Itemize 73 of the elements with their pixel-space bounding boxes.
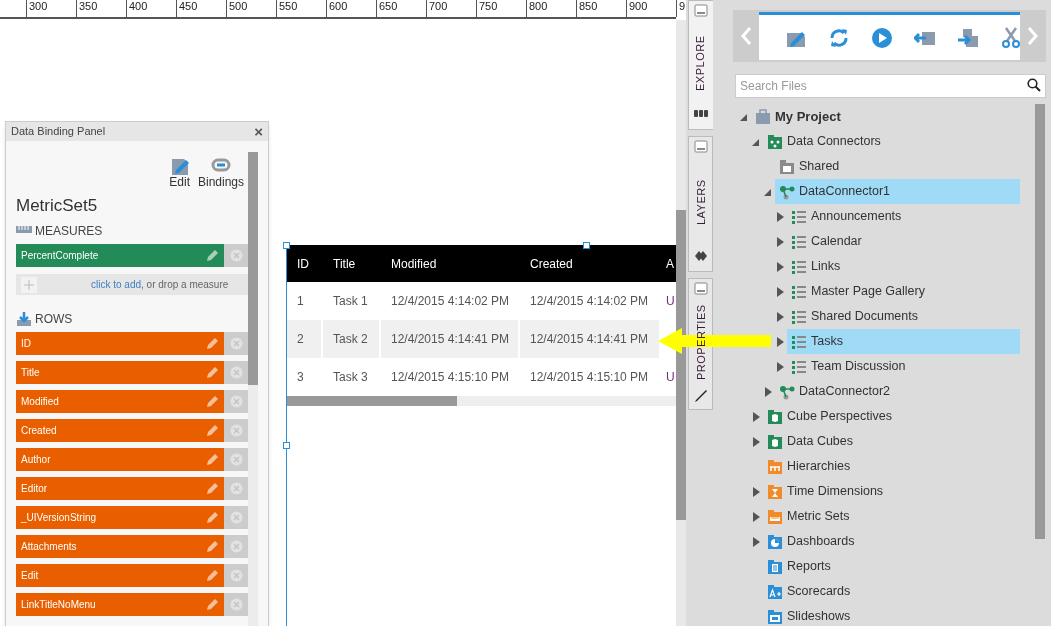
side-tab[interactable]: LAYERS [688, 136, 713, 272]
tree-item[interactable]: Dashboards [763, 529, 1020, 554]
close-button[interactable]: × [254, 124, 263, 139]
bindings-button[interactable]: Bindings [197, 155, 244, 189]
tree-item[interactable]: Links [787, 254, 1020, 279]
ruler-label: 350 [79, 0, 98, 12]
ruler-label: 500 [229, 0, 248, 12]
tree-item[interactable]: Metric Sets [763, 504, 1020, 529]
field-chip[interactable]: PercentComplete [16, 244, 224, 267]
ruler-label: 550 [279, 0, 298, 12]
tree-item[interactable]: Announcements [787, 204, 1020, 229]
tree-item[interactable]: Team Discussion [787, 354, 1020, 379]
side-tab[interactable]: PROPERTIES [688, 278, 713, 410]
table-cell: Task 2 [323, 320, 381, 358]
field-label: Author [21, 453, 51, 467]
field-label: Modified [21, 395, 59, 409]
drop-zone[interactable]: click to add, or drop a measure [16, 274, 248, 295]
tree-item[interactable]: Shared [775, 154, 1020, 179]
table-cell: 12/4/2015 4:14:41 PM [381, 320, 520, 358]
tree-item[interactable]: Data Cubes [763, 429, 1020, 454]
tree-item[interactable]: Tasks [787, 329, 1020, 354]
tree-item[interactable]: Shared Documents [787, 304, 1020, 329]
ruler-label: 850 [579, 0, 598, 12]
tree-item[interactable]: My Project [751, 104, 1020, 129]
field-label: Attachments [21, 540, 77, 554]
ruler-label: 9 [679, 0, 686, 12]
ruler-label: 600 [329, 0, 348, 12]
ruler-label: 750 [479, 0, 498, 12]
field-label: Title [21, 366, 40, 380]
metric-set-name: MetricSet5 [16, 195, 99, 217]
tree-item[interactable]: Data Connectors [763, 129, 1020, 154]
table-cell: 2 [287, 320, 323, 358]
table-cell: 12/4/2015 4:14:41 PM [520, 320, 661, 358]
field-label: ID [21, 337, 31, 351]
tree-item[interactable]: Calendar [787, 229, 1020, 254]
tree-item[interactable]: Cube Perspectives [763, 404, 1020, 429]
tab-label: LAYERS [693, 179, 708, 225]
panel-title: Data Binding Panel [11, 124, 106, 140]
field-label: Created [21, 424, 57, 438]
search-field[interactable]: Search Files [735, 74, 1046, 98]
ruler-label: 650 [379, 0, 398, 12]
column-header[interactable]: Created [530, 254, 573, 273]
section-heading: MEASURES [35, 223, 103, 240]
tree-item[interactable]: Reports [763, 554, 1020, 579]
ruler-label: 300 [29, 0, 48, 12]
field-label: Edit [21, 569, 39, 583]
tree-item[interactable]: Hierarchies [763, 454, 1020, 479]
column-header[interactable]: ID [297, 254, 309, 273]
ruler-label: 800 [529, 0, 548, 12]
tab-label: EXPLORE [693, 35, 708, 91]
ruler-label: 450 [179, 0, 198, 12]
field-label: _UIVersionString [21, 511, 97, 525]
ruler-label: 400 [129, 0, 148, 12]
table-widget[interactable]: ID Title Modified Created A 1 Task 1 12/4/2015 4:14:02 PM 12/4/2015 4:14:02 PM U 2 Task 2 12/4/2015 4:14:41 PM 12/4/2015 4:14:41 PM 3 Task 3 12/4/2015 4:15:10 PM 12/4/2015 4:15:10 PM U [286, 245, 676, 626]
ruler-label: 700 [429, 0, 448, 12]
side-tab[interactable]: EXPLORE [688, 0, 713, 130]
ruler-label: 900 [629, 0, 648, 12]
tree-item[interactable]: DataConnector1 [775, 179, 1020, 204]
column-header[interactable]: Modified [391, 254, 437, 273]
field-label: LinkTitleNoMenu [21, 598, 96, 612]
field-label: PercentComplete [21, 249, 99, 263]
drop-hint: click to add, or drop a measure [91, 278, 229, 292]
tree-item[interactable]: Master Page Gallery [787, 279, 1020, 304]
tab-label: PROPERTIES [693, 304, 708, 380]
tree-item[interactable]: Slideshows [763, 604, 1020, 626]
tree-item[interactable]: Scorecards [763, 579, 1020, 604]
edit-button[interactable]: Edit [169, 155, 190, 189]
tree-item[interactable]: Time Dimensions [763, 479, 1020, 504]
field-label: Editor [21, 482, 48, 496]
section-heading: ROWS [35, 311, 73, 328]
column-header[interactable]: A [666, 254, 674, 273]
column-header[interactable]: Title [333, 254, 356, 273]
tree-item[interactable]: DataConnector2 [775, 379, 1020, 404]
